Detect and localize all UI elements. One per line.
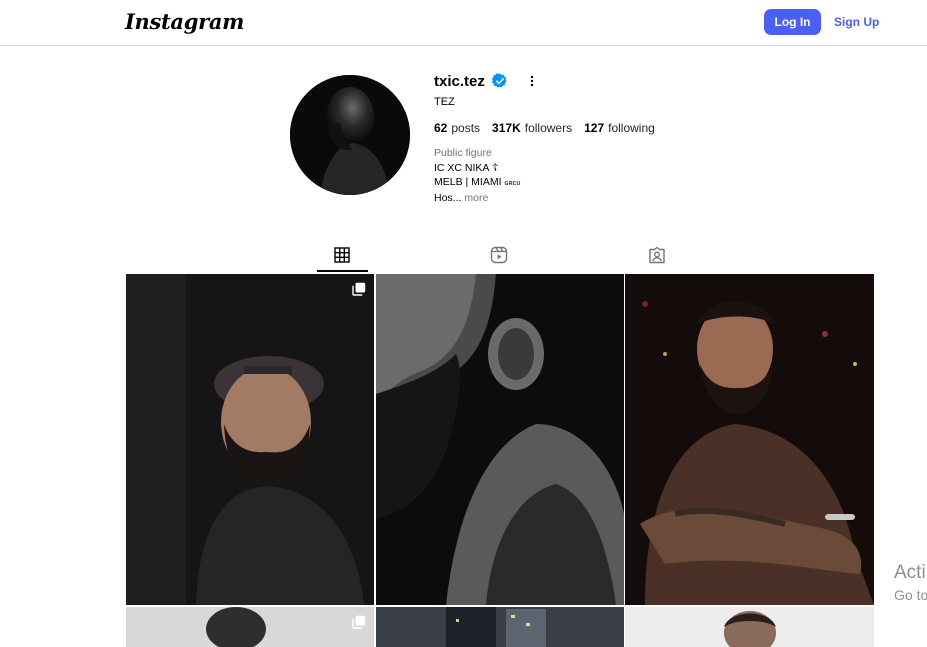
bio-more-link[interactable]: more xyxy=(464,192,488,204)
avatar-photo xyxy=(290,75,410,195)
profile-stats: 62 posts 317K followers 127 following xyxy=(434,121,655,135)
post-tile[interactable] xyxy=(625,274,874,605)
following-label: following xyxy=(608,121,655,135)
post-image xyxy=(126,607,374,647)
posts-label: posts xyxy=(451,121,481,135)
followers-count: 317K xyxy=(492,121,521,135)
bio-line-1: IC XC NIKA ☦ xyxy=(434,161,499,174)
profile-full-name: TEZ xyxy=(434,96,455,108)
tab-tagged[interactable] xyxy=(632,238,682,272)
post-image xyxy=(126,274,374,605)
posts-count: 62 xyxy=(434,121,448,135)
verified-badge-icon xyxy=(491,73,507,88)
followers-stat[interactable]: 317K followers xyxy=(492,121,572,135)
watermark-line-1: Acti xyxy=(894,562,926,583)
signup-link[interactable]: Sign Up xyxy=(834,15,879,29)
post-image xyxy=(376,274,624,605)
post-tile[interactable] xyxy=(376,607,624,647)
more-options-icon[interactable] xyxy=(528,73,536,89)
activate-windows-watermark: Acti Go to xyxy=(894,562,927,603)
post-tile[interactable] xyxy=(126,607,374,647)
tab-reels[interactable] xyxy=(474,238,524,272)
post-image xyxy=(376,607,624,647)
post-image xyxy=(625,607,874,647)
reels-icon xyxy=(490,246,508,264)
post-tile[interactable] xyxy=(376,274,624,605)
watermark-line-2: Go to xyxy=(894,587,927,603)
post-tile[interactable] xyxy=(126,274,374,605)
following-stat[interactable]: 127 following xyxy=(584,121,655,135)
active-tab-indicator xyxy=(317,270,368,272)
bio-line-3-text: Hos... xyxy=(434,191,462,204)
followers-label: followers xyxy=(524,121,573,135)
post-image xyxy=(625,274,874,605)
multi-photo-icon xyxy=(352,282,366,296)
login-button[interactable]: Log In xyxy=(764,9,821,35)
bio-line-3: Hos... more xyxy=(434,191,521,206)
post-tile[interactable] xyxy=(625,607,874,647)
profile-category: Public figure xyxy=(434,147,492,159)
profile-username: txic.tez xyxy=(434,72,485,90)
profile-tabs xyxy=(125,238,874,272)
profile-avatar[interactable] xyxy=(290,75,410,195)
instagram-logo[interactable]: Instagram xyxy=(125,9,244,34)
tagged-icon xyxy=(649,246,665,264)
following-count: 127 xyxy=(584,121,605,135)
grid-icon xyxy=(334,247,350,263)
top-navigation: Instagram Log In Sign Up xyxy=(0,0,927,46)
profile-bio: Public figure IC XC NIKA ☦ MELB | MIAMI … xyxy=(434,146,521,205)
posts-stat: 62 posts xyxy=(434,121,480,135)
bio-line-2-small: ɢʀᴄᴜ xyxy=(504,178,521,187)
tab-posts[interactable] xyxy=(317,238,367,272)
username-row: txic.tez xyxy=(434,70,536,92)
multi-photo-icon xyxy=(352,615,366,629)
bio-line-2-text: MELB | MIAMI xyxy=(434,176,502,188)
bio-line-2: MELB | MIAMI ɢʀᴄᴜ xyxy=(434,175,521,191)
